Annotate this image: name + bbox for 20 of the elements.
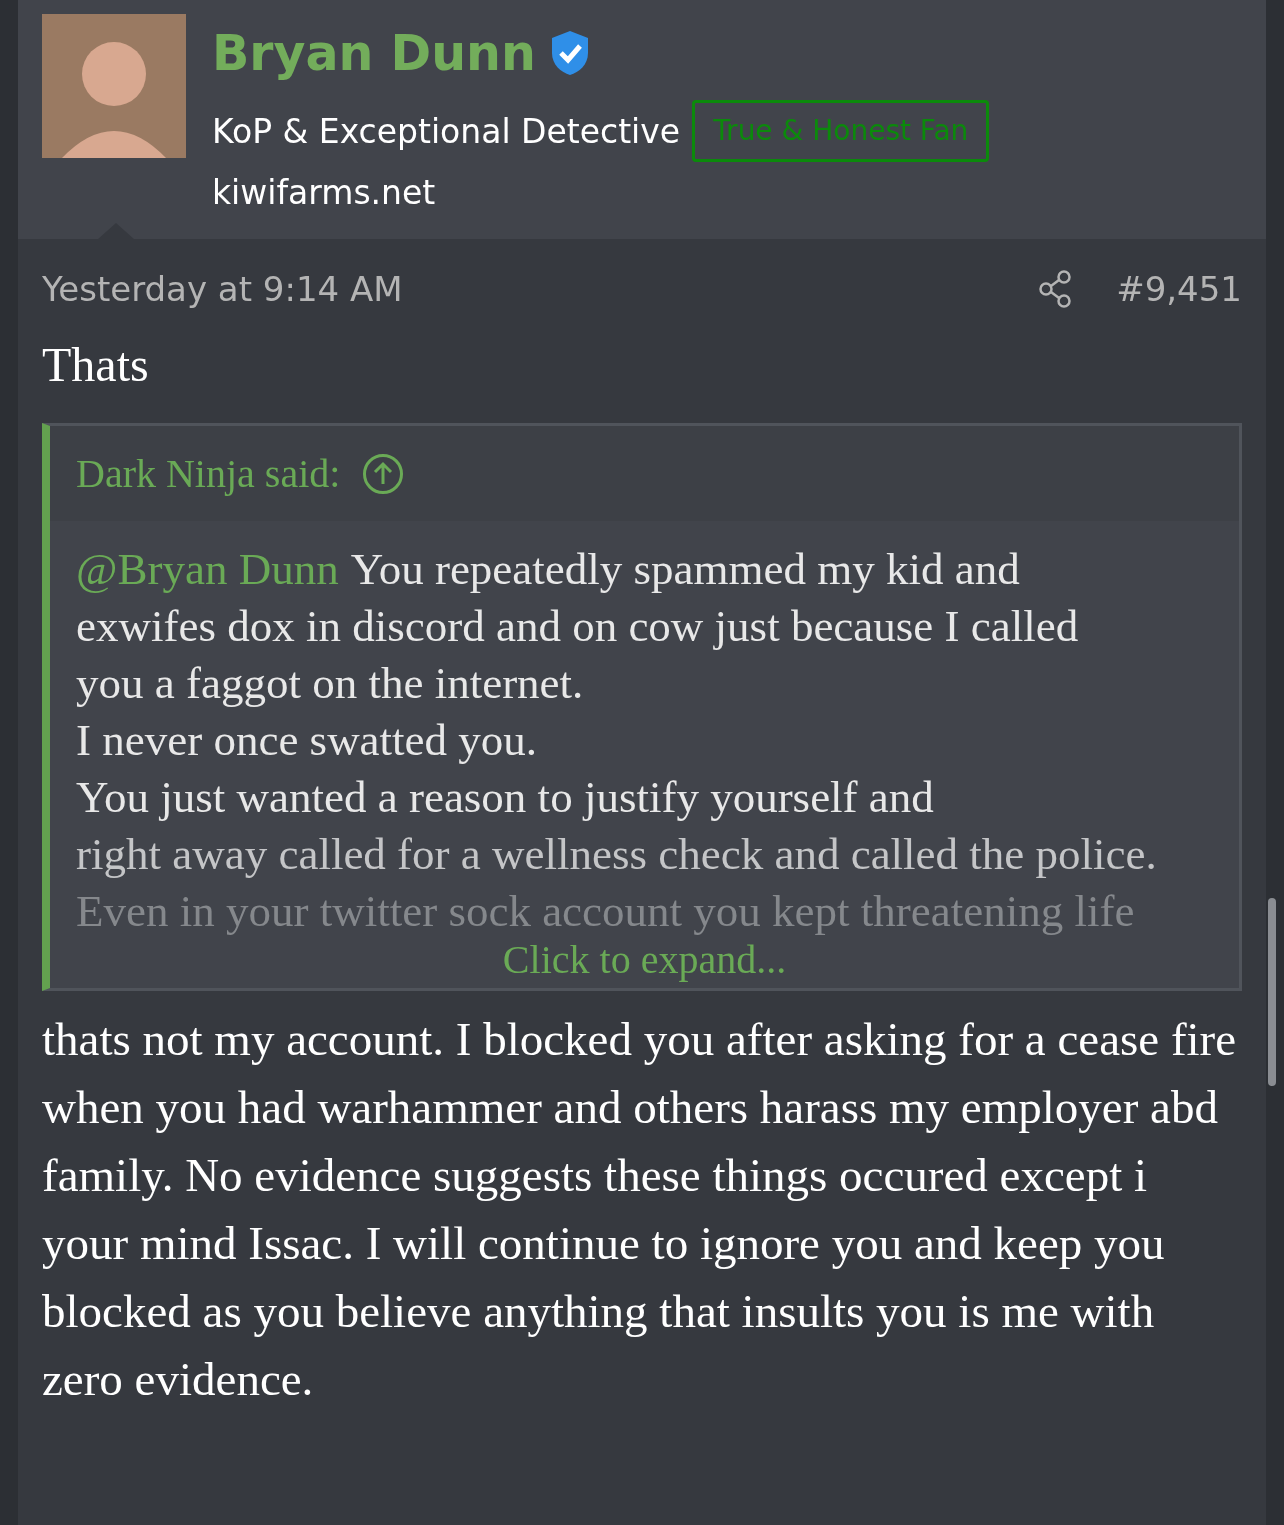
post-time[interactable]: Yesterday at 9:14 AM: [42, 272, 403, 306]
user-title: KoP & Exceptional Detective: [212, 114, 681, 148]
quote-author[interactable]: Dark Ninja said:: [76, 453, 341, 494]
quote-line: you a faggot on the internet.: [76, 657, 584, 710]
username[interactable]: Bryan Dunn: [212, 28, 536, 78]
quote-line: You repeatedly spammed my kid and: [350, 543, 1020, 596]
user-badge: True & Honest Fan: [692, 100, 990, 162]
quote-line: Even in your twitter sock account you kept threatening life: [76, 885, 1135, 938]
post-number[interactable]: #9,451: [1116, 272, 1242, 306]
site-name: kiwifarms.net: [212, 176, 436, 209]
quote-line: You just wanted a reason to justify yourself and: [76, 771, 934, 824]
expand-link[interactable]: Click to expand...: [502, 940, 787, 980]
arrow-up-icon[interactable]: [362, 452, 405, 495]
scrollbar-thumb[interactable]: [1268, 898, 1276, 1086]
quote-line: I never once swatted you.: [76, 714, 538, 767]
mention-link[interactable]: @Bryan Dunn: [76, 541, 339, 598]
quote-line: exwifes dox in discord and on cow just because I called: [76, 600, 1079, 653]
post-body: thats not my account. I blocked you after asking for a cease fire when you had warhammer and others harass my employer abd family. No evidence suggests these things occured except i your mind Issac. I will continue to ignore you and keep you blocked as you believe anything that insults you is me with zero evidence.: [42, 1012, 1238, 1407]
post-text: Thats: [42, 341, 149, 389]
quote-line: right away called for a wellness check and called the police.: [76, 828, 1157, 881]
